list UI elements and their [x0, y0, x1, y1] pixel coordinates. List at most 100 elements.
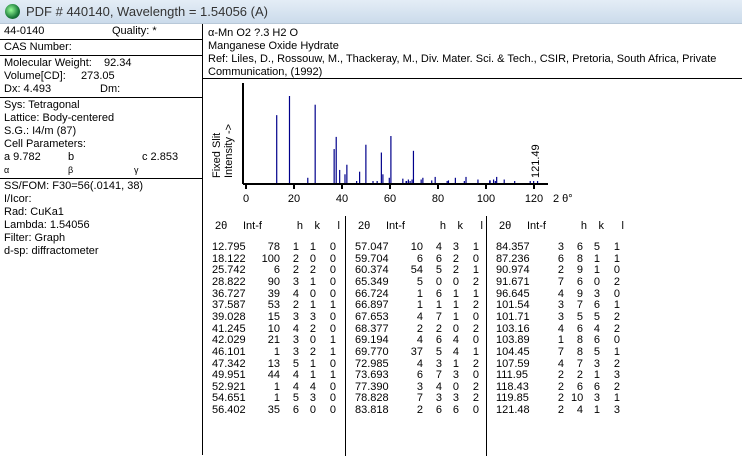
k-index: 6 [593, 334, 600, 347]
k-index: 4 [309, 380, 316, 393]
h-index: 3 [292, 275, 299, 288]
intensity: 2 [557, 404, 564, 417]
intensity: 7 [557, 345, 564, 358]
k-index: 1 [452, 357, 459, 370]
two-theta: 65.349 [355, 275, 389, 288]
volume: 273.05 [81, 70, 115, 82]
intensity: 1 [416, 299, 423, 312]
two-theta: 18.122 [212, 252, 246, 265]
cell-gamma: γ [134, 165, 139, 175]
intensity: 53 [267, 299, 280, 312]
l-index: 0 [329, 380, 336, 393]
column-header: 2θ [499, 220, 512, 232]
h-index: 8 [576, 252, 583, 265]
filter: Filter: Graph [4, 232, 66, 244]
x-tick-label: 60 [384, 193, 396, 205]
two-theta: 39.028 [212, 310, 246, 323]
table-row: 72.985 4 3 1 2 [346, 358, 486, 370]
h-index: 4 [435, 380, 442, 393]
intensity: 6 [416, 252, 423, 265]
l-index: 1 [329, 334, 336, 347]
two-theta: 96.645 [496, 287, 530, 300]
two-theta: 56.402 [212, 404, 246, 417]
column-header: l [480, 220, 483, 232]
two-theta: 67.653 [355, 310, 389, 323]
l-index: 1 [472, 287, 479, 300]
h-index: 5 [435, 264, 442, 277]
l-index: 1 [472, 241, 479, 253]
quality: Quality: * [112, 25, 157, 37]
x-tick-label: 20 [288, 193, 300, 205]
h-index: 6 [576, 241, 583, 253]
y-axis-label-intensity: Intensity -> [223, 124, 235, 178]
column-header: l [621, 220, 624, 232]
table-row: 66.897 1 1 1 2 [346, 299, 486, 311]
table-row: 46.101 1 3 2 1 [203, 346, 343, 358]
l-index: 0 [329, 404, 336, 417]
two-theta: 91.671 [496, 275, 530, 288]
k-index: 1 [309, 275, 316, 288]
table-row: 66.724 1 6 1 1 [346, 288, 486, 300]
table-row: 101.54 3 7 6 1 [487, 299, 627, 311]
x-tick-label: 40 [336, 193, 348, 205]
intensity: 13 [267, 357, 280, 370]
peak-table-column: 2θ Int-f h k l 12.795 78 1 1 0 18.122 100 2 0 0 25.742 6… [203, 216, 343, 456]
table-row: 69.194 4 6 4 0 [346, 334, 486, 346]
l-index: 1 [613, 392, 620, 405]
two-theta: 77.390 [355, 380, 389, 393]
two-theta: 83.818 [355, 404, 389, 417]
two-theta: 84.357 [496, 241, 530, 253]
l-index: 0 [329, 287, 336, 300]
mol-weight: 92.34 [104, 57, 132, 69]
table-row: 103.89 1 8 6 0 [487, 334, 627, 346]
l-index: 0 [329, 264, 336, 277]
table-row: 84.357 3 6 5 1 [487, 241, 627, 253]
dm: Dm: [100, 83, 121, 95]
table-row: 111.95 2 2 1 3 [487, 369, 627, 381]
intensity: 3 [557, 299, 564, 312]
two-theta: 42.029 [212, 334, 246, 347]
x-tick-label: 100 [477, 193, 495, 205]
title-bar[interactable]: PDF # 440140, Wavelength = 1.54056 (A) [0, 0, 742, 24]
card-info-panel: 44-0140 Quality: * CAS Number: Molecular … [0, 24, 203, 455]
table-row: 91.671 7 6 0 2 [487, 276, 627, 288]
two-theta: 119.85 [496, 392, 529, 405]
k-index: 3 [309, 392, 316, 405]
reference-line-1: Ref: Liles, D., Rossouw, M., Thackeray, … [208, 53, 717, 65]
volume-label: Volume[CD]: [4, 70, 66, 82]
intensity: 6 [273, 264, 280, 277]
k-index: 1 [452, 310, 459, 323]
l-index: 2 [613, 357, 620, 370]
two-theta: 103.16 [496, 322, 530, 335]
cell-b: b [68, 151, 75, 163]
column-header: h [580, 220, 587, 232]
cell-a: a 9.782 [4, 151, 41, 163]
k-index: 3 [593, 287, 600, 300]
table-row: 68.377 2 2 0 2 [346, 323, 486, 335]
table-row: 83.818 2 6 6 0 [346, 404, 486, 416]
table-row: 56.402 35 6 0 0 [203, 404, 343, 416]
intensity: 90 [267, 275, 280, 288]
k-index: 1 [309, 357, 316, 370]
l-index: 2 [613, 380, 620, 393]
table-row: 18.122 100 2 0 0 [203, 253, 343, 265]
intensity: 4 [557, 357, 564, 370]
k-index: 1 [309, 299, 316, 312]
k-index: 2 [309, 322, 316, 335]
crystal-system: Sys: Tetragonal [4, 99, 80, 111]
column-header: k [314, 220, 321, 232]
l-index: 2 [472, 392, 479, 405]
l-index: 1 [613, 345, 620, 358]
l-index: 1 [329, 299, 336, 312]
d-spacing-method: d-sp: diffractometer [4, 245, 99, 257]
table-row: 25.742 6 2 2 0 [203, 264, 343, 276]
k-index: 4 [452, 345, 459, 358]
lattice: Lattice: Body-centered [4, 112, 115, 124]
intensity: 6 [416, 369, 423, 382]
table-row: 41.245 10 4 2 0 [203, 323, 343, 335]
intensity: 4 [416, 357, 423, 370]
table-row: 118.43 2 6 6 2 [487, 381, 627, 393]
table-row: 65.349 5 0 0 2 [346, 276, 486, 288]
two-theta: 118.43 [496, 380, 529, 393]
k-index: 0 [452, 380, 459, 393]
